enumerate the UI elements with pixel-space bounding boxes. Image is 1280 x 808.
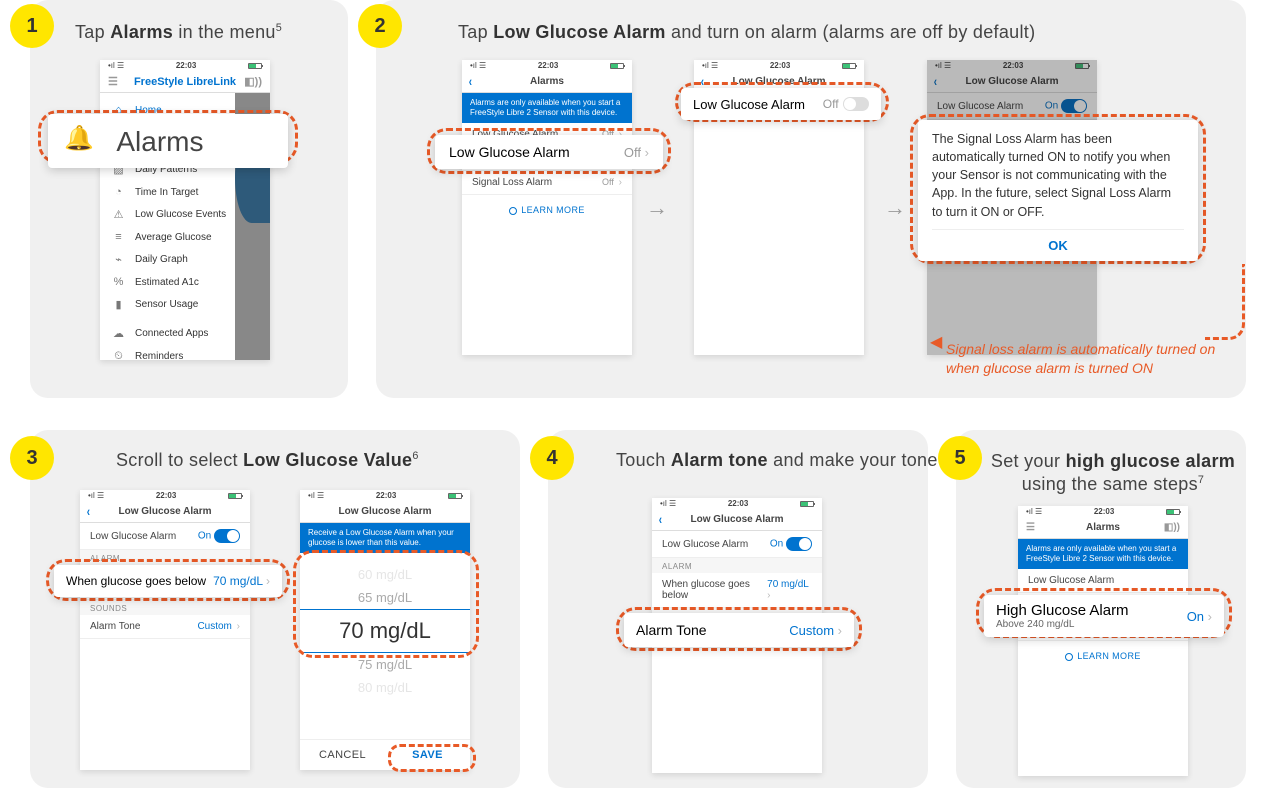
- high-callout: High Glucose Alarm Above 240 mg/dL On ›: [984, 595, 1224, 637]
- arrow-1: →: [646, 195, 668, 221]
- cloud-icon: ☁: [112, 327, 125, 340]
- toggle-off-callout: Low Glucose Alarm Off: [681, 88, 881, 120]
- step2-number: 2: [358, 4, 402, 48]
- step1-number: 1: [10, 4, 54, 48]
- arrow-2: →: [884, 195, 906, 221]
- info-banner: Alarms are only available when you start…: [462, 93, 632, 123]
- app-title: FreeStyle LibreLink: [134, 76, 236, 88]
- step5-phone: •ıl ☰22:03 ☰Alarms◧)) Alarms are only av…: [1018, 506, 1188, 776]
- nav-alarms: ‹ Alarms: [462, 71, 632, 93]
- low-off-callout: Low Glucose Alarm Off ›: [435, 135, 663, 169]
- toggle-row-on[interactable]: Low Glucose AlarmOn: [80, 523, 250, 550]
- step3-number: 3: [10, 436, 54, 480]
- alarms-callout: 🔔 Alarms: [48, 114, 288, 168]
- step2-instruction: Tap Low Glucose Alarm and turn on alarm …: [458, 22, 1035, 43]
- step5-number: 5: [938, 436, 982, 480]
- step5-instruction: Set your high glucose alarm using the sa…: [988, 450, 1238, 497]
- graph-icon: ⌁: [112, 253, 125, 266]
- signal-icon: •ıl ☰: [108, 61, 124, 70]
- dialog-ok[interactable]: OK: [932, 229, 1184, 255]
- save-button[interactable]: SAVE: [385, 740, 470, 770]
- back-button[interactable]: ‹: [659, 511, 662, 527]
- dialog-text: The Signal Loss Alarm has been automatic…: [932, 130, 1184, 221]
- cancel-button[interactable]: CANCEL: [300, 740, 385, 770]
- back-button[interactable]: ‹: [87, 503, 90, 519]
- row-goes-below-4[interactable]: When glucose goes below70 mg/dL ›: [652, 573, 822, 608]
- learn-more-5[interactable]: LEARN MORE: [1018, 641, 1188, 671]
- row-alarm-tone[interactable]: Alarm ToneCustom ›: [80, 615, 250, 639]
- low-icon: ⚠: [112, 208, 125, 221]
- percent-icon: %: [112, 276, 125, 288]
- step3-phone-b: •ıl ☰22:03 Low Glucose Alarm Receive a L…: [300, 490, 470, 770]
- row-low-5[interactable]: Low Glucose Alarm: [1018, 569, 1188, 593]
- clock-icon: ⏲: [112, 350, 125, 360]
- picker-banner: Receive a Low Glucose Alarm when your gl…: [300, 523, 470, 553]
- back-button[interactable]: ‹: [469, 73, 472, 89]
- alarm-tone-callout: Alarm Tone Custom ›: [624, 613, 854, 647]
- step3-instruction: Scroll to select Low Glucose Value6: [116, 450, 419, 471]
- goes-below-callout: When glucose goes below 70 mg/dL ›: [54, 565, 282, 597]
- menu-icon[interactable]: ☰: [108, 75, 118, 88]
- sensor-icon-top[interactable]: ◧)): [244, 75, 262, 88]
- back-button[interactable]: ‹: [701, 73, 704, 89]
- step2-note: Signal loss alarm is automatically turne…: [946, 340, 1216, 378]
- step4-number: 4: [530, 436, 574, 480]
- status-bar: •ıl ☰ 22:03: [100, 60, 270, 71]
- step1-phone: •ıl ☰ 22:03 ☰ FreeStyle LibreLink ◧)) ⌂H…: [100, 60, 270, 360]
- step3-phone-a: •ıl ☰22:03 ‹Low Glucose Alarm Low Glucos…: [80, 490, 250, 770]
- row-signal-loss[interactable]: Signal Loss AlarmOff ›: [462, 171, 632, 195]
- alarms-callout-label: Alarms: [116, 126, 203, 157]
- bell-icon-large: 🔔: [64, 125, 94, 152]
- signal-loss-dialog: The Signal Loss Alarm has been automatic…: [918, 120, 1198, 261]
- step1-instruction: Tap Alarms in the menu5: [75, 22, 282, 43]
- value-picker[interactable]: 60 mg/dL 65 mg/dL 70 mg/dL 75 mg/dL 80 m…: [300, 553, 470, 709]
- status-time: 22:03: [124, 61, 248, 70]
- sensor-icon: ▮: [112, 298, 125, 311]
- learn-more[interactable]: LEARN MORE: [462, 195, 632, 225]
- toggle-on[interactable]: [214, 529, 240, 543]
- avg-icon: ≡: [112, 231, 125, 243]
- battery-icon: [248, 63, 262, 69]
- target-icon: ◔: [112, 186, 125, 198]
- nav-bar: ☰ FreeStyle LibreLink ◧)): [100, 71, 270, 93]
- step2-phone-a: •ıl ☰22:03 ‹ Alarms Alarms are only avai…: [462, 60, 632, 355]
